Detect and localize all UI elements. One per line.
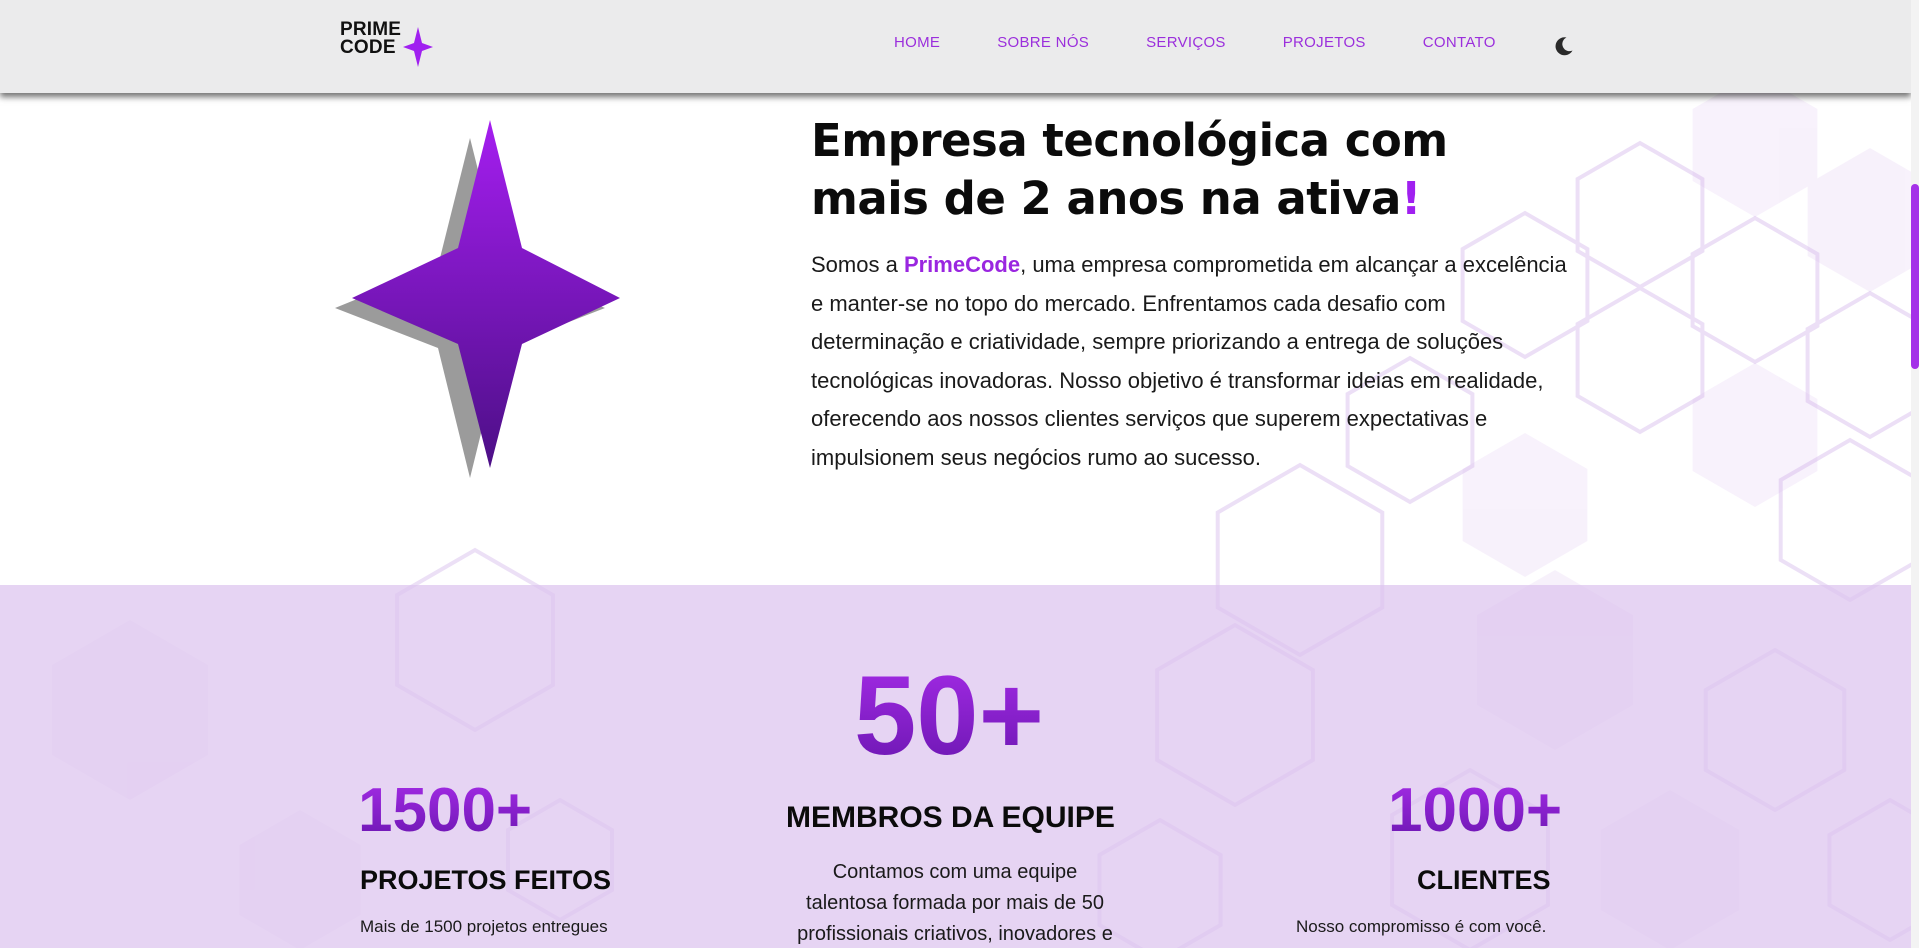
team-description-line-3: profissionais criativos, inovadores e [797, 923, 1113, 945]
about-heading-text: Empresa tecnológica com mais de 2 anos n… [811, 114, 1448, 225]
team-description-line-2: talentosa formada por mais de 50 [806, 892, 1104, 914]
hexagon-shape [1778, 437, 1919, 603]
sparkle-icon [403, 27, 434, 67]
about-text-body: , uma empresa comprometida em alcançar a… [811, 252, 1567, 470]
hexagon-shape [1807, 148, 1919, 292]
clients-description: Nosso compromisso é com você. [1296, 917, 1547, 936]
team-title: MEMBROS DA EQUIPE [786, 801, 1115, 834]
logo[interactable]: PRIME CODE [340, 20, 434, 67]
nav-projetos[interactable]: PROJETOS [1283, 34, 1366, 51]
hexagon-shape [1690, 215, 1820, 365]
projects-count: 1500+ [358, 776, 533, 845]
star-illustration [335, 120, 620, 478]
logo-text: PRIME CODE [340, 20, 401, 58]
about-text-intro: Somos a [811, 252, 904, 277]
about-paragraph: Somos a PrimeCode, uma empresa compromet… [811, 246, 1571, 477]
about-section: Empresa tecnológica com mais de 2 anos n… [811, 112, 1571, 477]
page-scrollbar[interactable] [1911, 0, 1919, 948]
hexagon-shape [1692, 363, 1818, 507]
team-count: 50+ [854, 653, 1044, 778]
logo-line-2: CODE [340, 37, 396, 58]
scrollbar-thumb[interactable] [1911, 184, 1919, 369]
moon-icon[interactable] [1552, 34, 1576, 58]
nav-servicos[interactable]: SERVIÇOS [1146, 34, 1226, 51]
hexagon-shape [1805, 290, 1919, 440]
about-heading: Empresa tecnológica com mais de 2 anos n… [811, 112, 1571, 228]
clients-count: 1000+ [1388, 776, 1563, 845]
nav-contato[interactable]: CONTATO [1423, 34, 1496, 51]
nav-sobre-nos[interactable]: SOBRE NÓS [997, 34, 1089, 51]
hexagon-shape [1575, 285, 1705, 435]
hexagon-shape [1692, 73, 1818, 217]
about-heading-exclamation: ! [1400, 172, 1422, 225]
projects-title: PROJETOS FEITOS [360, 865, 612, 895]
clients-title: CLIENTES [1417, 865, 1551, 895]
projects-description: Mais de 1500 projetos entregues [360, 917, 608, 936]
stats-section: 1500+ PROJETOS FEITOS Mais de 1500 proje… [0, 585, 1911, 948]
team-description-line-1: Contamos com uma equipe [832, 861, 1078, 883]
main-nav: HOME SOBRE NÓS SERVIÇOS PROJETOS CONTATO [894, 34, 1496, 51]
hexagon-shape [1575, 140, 1705, 290]
site-header: PRIME CODE HOME SOBRE NÓS SERVIÇOS PROJE… [0, 0, 1911, 93]
page: PRIME CODE HOME SOBRE NÓS SERVIÇOS PROJE… [0, 0, 1919, 948]
nav-home[interactable]: HOME [894, 34, 940, 51]
brand-name: PrimeCode [903, 252, 1021, 277]
team-description: Contamos com uma equipe talentosa formad… [760, 857, 1150, 948]
